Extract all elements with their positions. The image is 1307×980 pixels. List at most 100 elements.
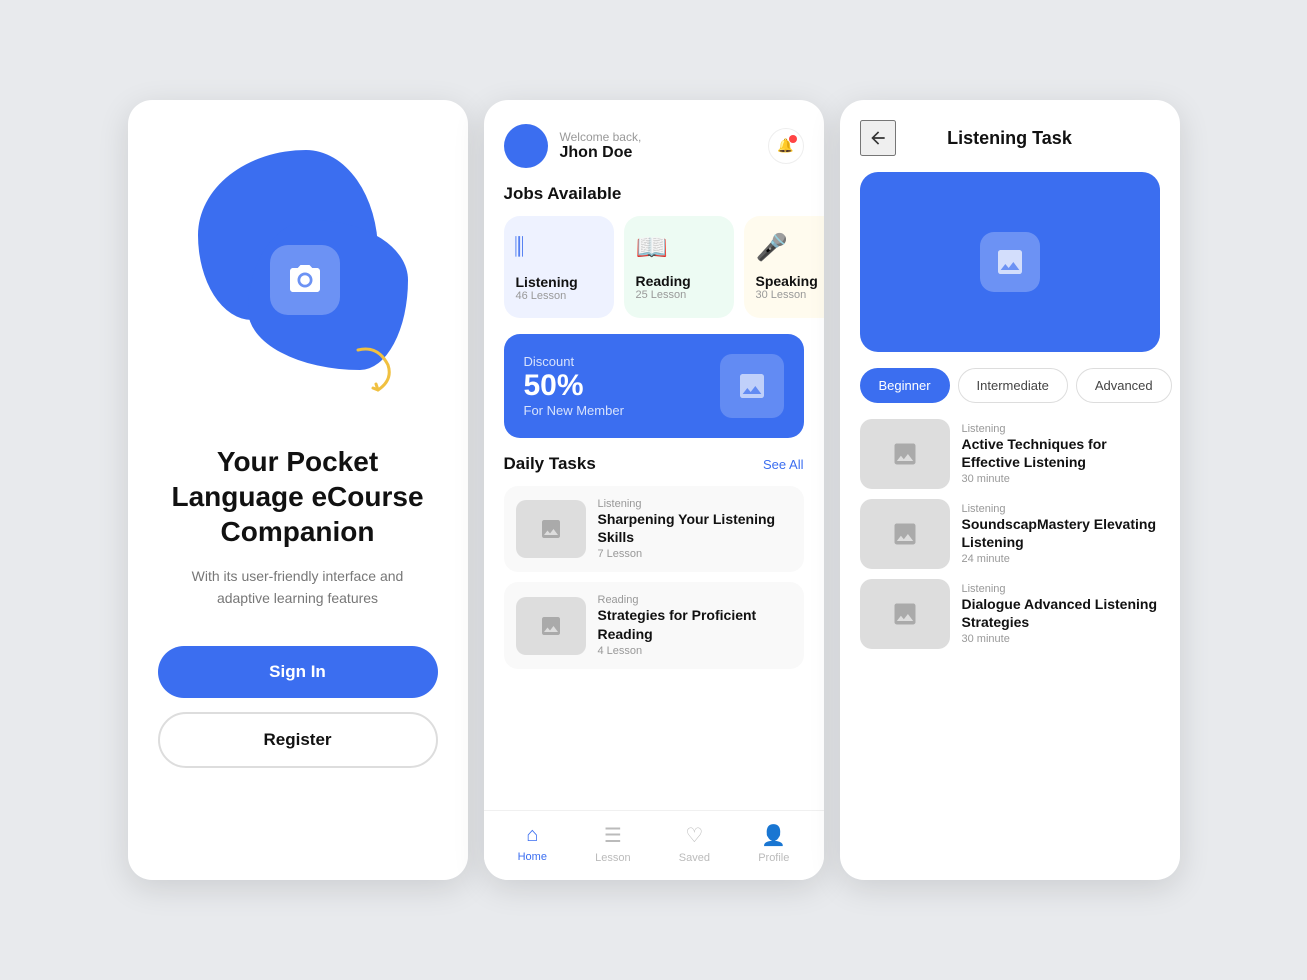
lesson-category-2: Listening bbox=[962, 503, 1160, 515]
task-lessons-1: 7 Lesson bbox=[598, 548, 792, 560]
lesson-thumbnail-3 bbox=[860, 579, 950, 649]
camera-icon-wrap bbox=[270, 245, 340, 315]
lesson-category-3: Listening bbox=[962, 583, 1160, 595]
job-lessons-reading: 25 Lesson bbox=[636, 289, 687, 301]
task-name-2: Strategies for Proficient Reading bbox=[598, 606, 792, 642]
lesson-icon: ☰ bbox=[604, 823, 622, 848]
home-icon: ⌂ bbox=[526, 824, 538, 847]
speaking-icon: 🎤 bbox=[756, 232, 788, 263]
nav-profile[interactable]: 👤 Profile bbox=[758, 823, 789, 864]
welcome-sub: Welcome back, bbox=[560, 130, 768, 144]
daily-section-title: Daily Tasks bbox=[504, 454, 596, 474]
notification-dot bbox=[789, 135, 797, 143]
welcome-text: Welcome back, Jhon Doe bbox=[560, 130, 768, 162]
lesson-category-1: Listening bbox=[962, 423, 1160, 435]
lesson-thumb-icon-1 bbox=[891, 440, 919, 468]
lesson-name-2: SoundscapMastery Elevating Listening bbox=[962, 515, 1160, 551]
welcome-name: Jhon Doe bbox=[560, 144, 768, 162]
lesson-card-3[interactable]: Listening Dialogue Advanced Listening St… bbox=[860, 579, 1160, 649]
bottom-nav: ⌂ Home ☰ Lesson ♡ Saved 👤 Profile bbox=[484, 810, 824, 880]
task-thumb-icon-2 bbox=[539, 614, 563, 638]
lesson-info-2: Listening SoundscapMastery Elevating Lis… bbox=[962, 503, 1160, 565]
lesson-info-3: Listening Dialogue Advanced Listening St… bbox=[962, 583, 1160, 645]
profile-icon: 👤 bbox=[761, 823, 786, 848]
home-screen: Welcome back, Jhon Doe 🔔 Jobs Available … bbox=[484, 100, 824, 880]
task-thumbnail-2 bbox=[516, 597, 586, 655]
listening-task-header: Listening Task bbox=[840, 100, 1180, 172]
job-card-reading[interactable]: 📖 Reading 25 Lesson bbox=[624, 216, 734, 318]
nav-saved-label: Saved bbox=[679, 852, 710, 864]
job-card-speaking[interactable]: 🎤 Speaking 30 Lesson bbox=[744, 216, 824, 318]
lesson-name-1: Active Techniques for Effective Listenin… bbox=[962, 435, 1160, 471]
job-card-listening[interactable]: 𝄁𝄁 Listening 46 Lesson bbox=[504, 216, 614, 318]
nav-profile-label: Profile bbox=[758, 852, 789, 864]
see-all-button[interactable]: See All bbox=[763, 457, 803, 472]
hero-placeholder bbox=[980, 232, 1040, 292]
hero-image-icon bbox=[994, 246, 1026, 278]
landing-subtitle: With its user-friendly interface and ada… bbox=[158, 565, 438, 610]
filter-beginner[interactable]: Beginner bbox=[860, 368, 950, 403]
filter-tabs: Beginner Intermediate Advanced bbox=[840, 368, 1180, 419]
avatar bbox=[504, 124, 548, 168]
discount-label: Discount bbox=[524, 354, 624, 369]
nav-lesson[interactable]: ☰ Lesson bbox=[595, 823, 630, 864]
lesson-duration-3: 30 minute bbox=[962, 633, 1160, 645]
listening-task-screen: Listening Task Beginner Intermediate Adv… bbox=[840, 100, 1180, 880]
jobs-grid: 𝄁𝄁 Listening 46 Lesson 📖 Reading 25 Less… bbox=[484, 216, 824, 334]
landing-title: Your Pocket Language eCourse Companion bbox=[158, 444, 438, 549]
reading-icon: 📖 bbox=[636, 232, 668, 263]
task-thumb-icon-1 bbox=[539, 517, 563, 541]
illustration bbox=[168, 140, 428, 420]
filter-intermediate[interactable]: Intermediate bbox=[958, 368, 1068, 403]
job-name-listening: Listening bbox=[516, 274, 578, 290]
task-thumbnail-1 bbox=[516, 500, 586, 558]
task-name-1: Sharpening Your Listening Skills bbox=[598, 510, 792, 546]
lesson-thumbnail-1 bbox=[860, 419, 950, 489]
job-name-speaking: Speaking bbox=[756, 273, 818, 289]
register-button[interactable]: Register bbox=[158, 712, 438, 768]
job-lessons-listening: 46 Lesson bbox=[516, 290, 567, 302]
lesson-name-3: Dialogue Advanced Listening Strategies bbox=[962, 595, 1160, 631]
jobs-section-title: Jobs Available bbox=[484, 184, 824, 216]
lesson-duration-2: 24 minute bbox=[962, 553, 1160, 565]
camera-icon bbox=[287, 262, 323, 298]
listening-task-title: Listening Task bbox=[896, 128, 1124, 149]
discount-image-icon bbox=[736, 370, 768, 402]
arrow-decoration bbox=[348, 340, 408, 400]
nav-home[interactable]: ⌂ Home bbox=[518, 824, 547, 863]
home-header: Welcome back, Jhon Doe 🔔 bbox=[484, 100, 824, 184]
task-lessons-2: 4 Lesson bbox=[598, 645, 792, 657]
daily-header: Daily Tasks See All bbox=[484, 454, 824, 486]
hero-image bbox=[860, 172, 1160, 352]
notification-button[interactable]: 🔔 bbox=[768, 128, 804, 164]
landing-screen: Your Pocket Language eCourse Companion W… bbox=[128, 100, 468, 880]
discount-image-placeholder bbox=[720, 354, 784, 418]
saved-icon: ♡ bbox=[685, 823, 703, 848]
nav-saved[interactable]: ♡ Saved bbox=[679, 823, 710, 864]
task-info-2: Reading Strategies for Proficient Readin… bbox=[598, 594, 792, 656]
lesson-thumb-icon-2 bbox=[891, 520, 919, 548]
nav-home-label: Home bbox=[518, 851, 547, 863]
lesson-card-2[interactable]: Listening SoundscapMastery Elevating Lis… bbox=[860, 499, 1160, 569]
task-list: Listening Sharpening Your Listening Skil… bbox=[484, 486, 824, 810]
task-card-listening[interactable]: Listening Sharpening Your Listening Skil… bbox=[504, 486, 804, 572]
task-category-2: Reading bbox=[598, 594, 792, 606]
signin-button[interactable]: Sign In bbox=[158, 646, 438, 698]
lesson-info-1: Listening Active Techniques for Effectiv… bbox=[962, 423, 1160, 485]
task-category-1: Listening bbox=[598, 498, 792, 510]
lesson-card-1[interactable]: Listening Active Techniques for Effectiv… bbox=[860, 419, 1160, 489]
nav-lesson-label: Lesson bbox=[595, 852, 630, 864]
job-lessons-speaking: 30 Lesson bbox=[756, 289, 807, 301]
listening-icon: 𝄁𝄁 bbox=[516, 232, 523, 264]
task-card-reading[interactable]: Reading Strategies for Proficient Readin… bbox=[504, 582, 804, 668]
lesson-list: Listening Active Techniques for Effectiv… bbox=[840, 419, 1180, 880]
filter-advanced[interactable]: Advanced bbox=[1076, 368, 1172, 403]
job-name-reading: Reading bbox=[636, 273, 691, 289]
lesson-thumb-icon-3 bbox=[891, 600, 919, 628]
discount-banner[interactable]: Discount 50% For New Member bbox=[504, 334, 804, 438]
back-button[interactable] bbox=[860, 120, 896, 156]
lesson-duration-1: 30 minute bbox=[962, 473, 1160, 485]
lesson-thumbnail-2 bbox=[860, 499, 950, 569]
discount-member: For New Member bbox=[524, 403, 624, 418]
task-info-1: Listening Sharpening Your Listening Skil… bbox=[598, 498, 792, 560]
